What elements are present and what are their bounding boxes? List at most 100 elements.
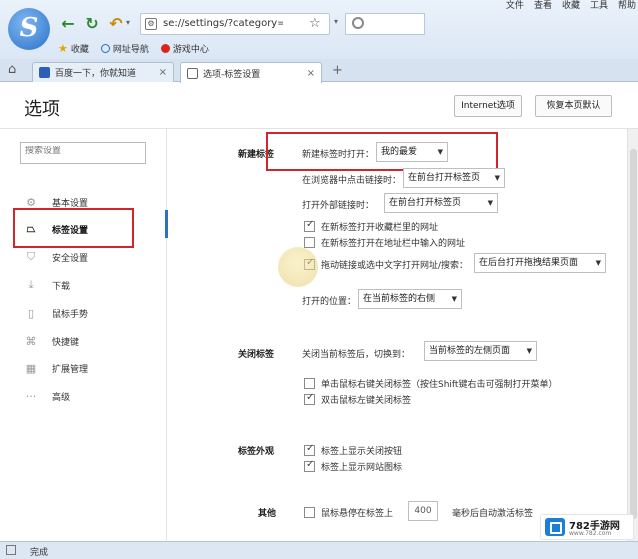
undo-dropdown-icon[interactable]: ▾	[126, 18, 130, 27]
star-icon[interactable]: ☆	[309, 16, 321, 31]
menu-view[interactable]: 查看	[534, 0, 552, 12]
bookmark-nav[interactable]: 网址导航	[100, 42, 149, 55]
highlight-box	[266, 132, 498, 171]
address-bar[interactable]: ⚙ se://settings/?category=tab ☆	[140, 13, 330, 35]
checkbox-label: 鼠标悬停在标签上	[321, 509, 394, 519]
select-value: 当前标签的左侧页面	[429, 346, 511, 356]
sidebar-item-shortcuts[interactable]: ⌘ 快捷键	[0, 328, 166, 354]
external-link-select[interactable]: 在前台打开标签页 ▼	[384, 193, 498, 213]
cb-hover-activate[interactable]: 鼠标悬停在标签上	[304, 506, 393, 519]
checkbox[interactable]	[304, 459, 315, 472]
sidebar-item-advanced[interactable]: ··· 高级	[0, 383, 166, 409]
tab-strip: ⌂ 百度一下，你就知道 × 选项-标签设置 × +	[0, 59, 638, 83]
bookmark-label: 收藏	[70, 44, 89, 55]
shield-icon: ⛉	[26, 250, 36, 263]
bookmark-label: 游戏中心	[172, 44, 209, 55]
checkbox[interactable]	[304, 392, 315, 405]
cb-right-click-close[interactable]: 单击鼠标右键关闭标签（按住Shift键右击可强制打开菜单）	[304, 377, 557, 390]
browser-logo: S	[8, 8, 50, 50]
close-switch-select[interactable]: 当前标签的左侧页面 ▼	[424, 341, 537, 361]
tab-settings[interactable]: 选项-标签设置 ×	[180, 62, 322, 83]
chevron-down-icon: ▼	[526, 347, 532, 355]
game-icon	[160, 43, 170, 53]
sidebar-item-label: 安全设置	[52, 253, 89, 264]
cb-drag-open[interactable]: 拖动链接或选中文字打开网址/搜索：	[304, 257, 469, 271]
checkbox-label: 双击鼠标左键关闭标签	[321, 396, 412, 406]
sidebar-item-label: 下载	[52, 281, 71, 292]
scrollbar[interactable]	[627, 129, 638, 541]
cb-address-new-tab[interactable]: 在新标签打开在地址栏中输入的网址	[304, 236, 465, 249]
select-value: 在后台打开拖拽结果页面	[479, 258, 579, 268]
address-url[interactable]: se://settings/?category=tab	[163, 18, 283, 29]
cb-double-click-close[interactable]: 双击鼠标左键关闭标签	[304, 392, 412, 406]
checkbox[interactable]	[304, 219, 315, 232]
checkbox[interactable]	[304, 507, 315, 518]
back-button[interactable]: ←	[58, 14, 78, 34]
menu-file[interactable]: 文件	[506, 0, 524, 12]
bookmarks-bar: ★ 收藏 网址导航 游戏中心	[58, 40, 209, 56]
close-switch-label: 关闭当前标签后，切换到：	[302, 350, 411, 360]
checkbox-label: 拖动链接或选中文字打开网址/搜索：	[321, 261, 469, 271]
close-icon[interactable]: ×	[307, 68, 315, 79]
browser-toolbar: S ← ↻ ↶ ▾ ⚙ se://settings/?category=tab …	[0, 0, 638, 59]
mouse-icon: ▯	[27, 306, 35, 320]
select-value: 在前台打开标签页	[389, 198, 462, 208]
menu-tools[interactable]: 工具	[590, 0, 608, 12]
search-box[interactable]	[345, 13, 425, 35]
hover-delay-input[interactable]: 400	[408, 501, 438, 521]
search-icon[interactable]	[352, 17, 364, 29]
menu-help[interactable]: 帮助	[618, 0, 636, 12]
internet-options-button[interactable]: Internet选项	[454, 95, 522, 117]
drag-open-select[interactable]: 在后台打开拖拽结果页面 ▼	[474, 253, 606, 273]
menu-favorites[interactable]: 收藏	[562, 0, 580, 12]
settings-search-input[interactable]	[25, 146, 143, 156]
gear-icon: ⚙	[26, 195, 36, 209]
sidebar-item-label: 鼠标手势	[52, 309, 89, 320]
tab-baidu[interactable]: 百度一下，你就知道 ×	[32, 62, 174, 82]
hover-delay-suffix: 毫秒后自动激活标签	[452, 509, 534, 519]
sidebar-item-download[interactable]: ⤓ 下载	[0, 272, 166, 298]
scrollbar-thumb[interactable]	[630, 149, 637, 519]
settings-search[interactable]	[20, 142, 146, 164]
checkbox[interactable]	[304, 237, 315, 248]
cb-show-close-button[interactable]: 标签上显示关闭按钮	[304, 443, 403, 457]
chevron-down-icon[interactable]: ▾	[334, 17, 338, 26]
status-icon	[6, 545, 16, 555]
close-icon[interactable]: ×	[159, 67, 167, 78]
watermark-logo-icon	[545, 518, 565, 536]
checkbox[interactable]	[304, 378, 315, 389]
new-tab-button[interactable]: +	[332, 63, 343, 78]
open-position-select[interactable]: 在当前标签的右侧 ▼	[358, 289, 462, 309]
page-header: 选项 Internet选项 恢复本页默认	[0, 83, 638, 129]
chevron-down-icon: ▼	[451, 295, 457, 303]
highlight-box	[13, 208, 134, 248]
browser-click-select[interactable]: 在前台打开标签页 ▼	[403, 168, 505, 188]
extension-icon: ▦	[25, 361, 37, 375]
select-value: 在当前标签的右侧	[363, 294, 436, 304]
bookmark-label: 网址导航	[112, 44, 149, 55]
checkbox[interactable]	[304, 443, 315, 456]
undo-button[interactable]: ↶	[106, 14, 126, 34]
keyboard-icon: ⌘	[25, 334, 37, 348]
checkbox-label: 标签上显示关闭按钮	[321, 447, 403, 457]
status-text: 完成	[30, 548, 49, 558]
download-icon: ⤓	[28, 278, 34, 291]
sidebar-item-extensions[interactable]: ▦ 扩展管理	[0, 355, 166, 381]
sidebar-item-label: 基本设置	[52, 198, 89, 209]
star-icon: ★	[58, 41, 68, 55]
cb-show-favicon[interactable]: 标签上显示网站图标	[304, 459, 402, 473]
sidebar-item-label: 扩展管理	[52, 364, 89, 375]
more-icon: ···	[25, 389, 37, 403]
sidebar-item-mouse-gesture[interactable]: ▯ 鼠标手势	[0, 300, 166, 326]
globe-icon	[100, 43, 110, 53]
bookmark-favorites[interactable]: ★ 收藏	[58, 42, 89, 55]
refresh-button[interactable]: ↻	[82, 14, 102, 34]
bookmark-games[interactable]: 游戏中心	[160, 42, 209, 55]
restore-default-button[interactable]: 恢复本页默认	[535, 95, 612, 117]
browser-click-label: 在浏览器中点击链接时：	[302, 176, 402, 186]
tab-label: 选项-标签设置	[203, 69, 261, 80]
cb-favorites-new-tab[interactable]: 在新标签打开收藏栏里的网址	[304, 219, 438, 233]
home-icon[interactable]: ⌂	[8, 62, 16, 77]
baidu-icon	[39, 67, 50, 78]
checkbox-label: 单击鼠标右键关闭标签（按住Shift键右击可强制打开菜单）	[321, 380, 558, 390]
